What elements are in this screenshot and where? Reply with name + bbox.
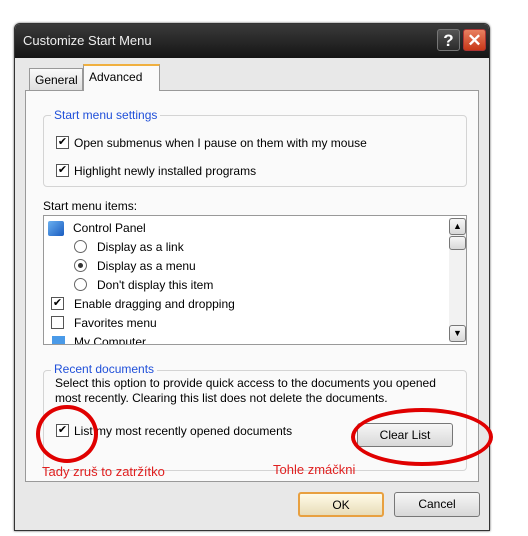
favorites-menu-label: Favorites menu bbox=[74, 316, 157, 330]
start-menu-settings-legend: Start menu settings bbox=[51, 108, 161, 122]
annotation-circle-clear-list bbox=[351, 408, 493, 466]
start-menu-items-list[interactable]: Control Panel Display as a link Display … bbox=[43, 215, 467, 345]
open-submenus-label: Open submenus when I pause on them with … bbox=[74, 136, 367, 150]
window-title: Customize Start Menu bbox=[23, 33, 152, 48]
dont-display-label: Don't display this item bbox=[97, 278, 214, 292]
open-submenus-checkbox[interactable]: ✔ bbox=[56, 136, 69, 149]
display-as-link-label: Display as a link bbox=[97, 240, 184, 254]
annotation-circle-checkbox bbox=[36, 405, 98, 463]
tab-advanced[interactable]: Advanced bbox=[83, 64, 160, 91]
tab-general[interactable]: General bbox=[29, 68, 83, 91]
control-panel-icon bbox=[48, 221, 64, 236]
highlight-programs-checkbox[interactable]: ✔ bbox=[56, 164, 69, 177]
annotation-press-note: Tohle zmáčkni bbox=[273, 462, 356, 477]
list-item-my-computer: My Computer bbox=[74, 335, 147, 345]
recent-documents-legend: Recent documents bbox=[51, 362, 158, 376]
favorites-menu-checkbox[interactable] bbox=[51, 316, 64, 329]
scroll-down-button[interactable]: ▼ bbox=[449, 325, 466, 342]
scrollbar[interactable]: ▲ ▼ bbox=[449, 218, 466, 342]
cancel-button[interactable]: Cancel bbox=[394, 492, 480, 517]
enable-dragging-label: Enable dragging and dropping bbox=[74, 297, 235, 311]
help-button[interactable]: ? bbox=[437, 29, 460, 51]
scroll-thumb[interactable] bbox=[449, 236, 466, 250]
recent-documents-description: Select this option to provide quick acce… bbox=[55, 376, 436, 405]
display-as-menu-radio[interactable] bbox=[74, 259, 87, 272]
start-menu-items-label: Start menu items: bbox=[43, 199, 138, 213]
highlight-programs-label: Highlight newly installed programs bbox=[74, 164, 257, 178]
close-button[interactable]: ✕ bbox=[463, 29, 486, 51]
computer-icon bbox=[52, 336, 65, 344]
display-as-link-radio[interactable] bbox=[74, 240, 87, 253]
enable-dragging-checkbox[interactable]: ✔ bbox=[51, 297, 64, 310]
list-item-control-panel: Control Panel bbox=[73, 221, 146, 235]
ok-button[interactable]: OK bbox=[298, 492, 384, 517]
display-as-menu-label: Display as a menu bbox=[97, 259, 196, 273]
scroll-up-button[interactable]: ▲ bbox=[449, 218, 466, 235]
dont-display-radio[interactable] bbox=[74, 278, 87, 291]
annotation-uncheck-note: Tady zruš to zatržítko bbox=[42, 464, 165, 479]
title-bar[interactable]: Customize Start Menu ? ✕ bbox=[15, 24, 489, 58]
list-recent-documents-label: List my most recently opened documents bbox=[74, 424, 293, 438]
